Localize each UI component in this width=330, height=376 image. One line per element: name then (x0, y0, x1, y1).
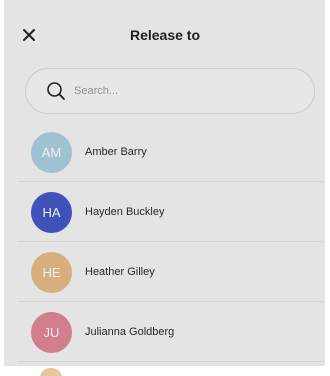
contact-list: AM Amber Barry HA Hayden Buckley HE Heat… (0, 122, 330, 362)
avatar: AM (31, 131, 72, 173)
avatar-initials: AM (41, 144, 62, 160)
contact-name: Hayden Buckley (85, 206, 165, 218)
left-edge (0, 0, 4, 376)
right-edge (325, 0, 330, 376)
list-item[interactable]: HE Heather Gilley (0, 242, 330, 302)
search-icon (47, 82, 65, 100)
contact-name: Heather Gilley (85, 266, 155, 278)
release-to-screen: Release to AM Amber Barry HA Hayden Buck… (0, 0, 330, 376)
list-item[interactable]: HA Hayden Buckley (0, 182, 330, 242)
avatar: HA (31, 191, 72, 233)
avatar: HE (31, 251, 72, 293)
list-item[interactable]: AM Amber Barry (0, 122, 330, 182)
avatar-initials: HE (42, 264, 61, 280)
avatar: JU (31, 311, 72, 353)
page-title: Release to (129, 27, 201, 43)
avatar-initials: JU (43, 324, 60, 340)
search-bar[interactable] (25, 68, 315, 114)
search-input[interactable] (74, 85, 294, 97)
list-item[interactable]: JU Julianna Goldberg (0, 302, 330, 362)
header: Release to (0, 0, 330, 68)
avatar-initials: HA (42, 204, 61, 220)
contact-name: Julianna Goldberg (85, 326, 175, 338)
contact-name: Amber Barry (85, 146, 147, 158)
